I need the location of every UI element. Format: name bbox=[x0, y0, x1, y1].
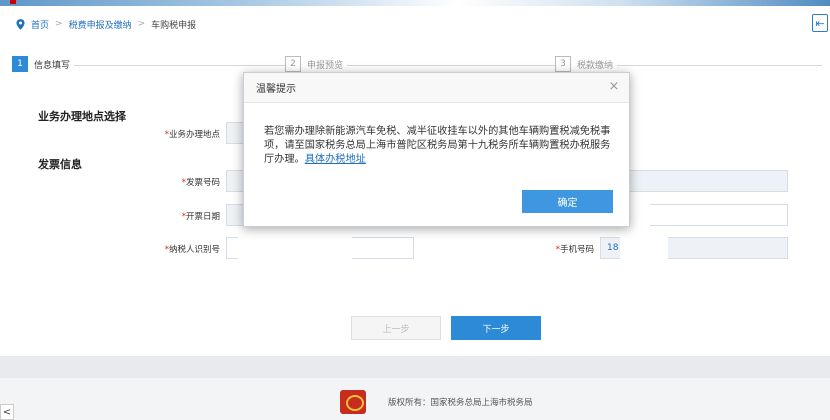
location-pin-icon bbox=[16, 18, 25, 30]
dialog-title: 温馨提示 bbox=[256, 84, 296, 95]
tax-emblem-icon bbox=[340, 390, 366, 414]
step-label: 申报预览 bbox=[307, 60, 344, 71]
step-3: 3 税款缴纳 bbox=[555, 56, 618, 72]
step-number: 1 bbox=[12, 56, 28, 72]
copyright-text: 版权所有：国家税务总局上海市税务局 bbox=[388, 398, 533, 408]
location-label: *业务办理地点 bbox=[164, 130, 220, 140]
invoice-amount-field[interactable] bbox=[628, 204, 788, 226]
confirm-button[interactable]: 确定 bbox=[522, 190, 613, 213]
exit-button[interactable]: ⇤ bbox=[812, 14, 828, 32]
step-label: 税款缴纳 bbox=[577, 60, 614, 71]
scroll-left-button[interactable]: < bbox=[0, 404, 14, 420]
step-label: 信息填写 bbox=[34, 60, 71, 71]
dialog-header: 温馨提示 × bbox=[244, 73, 629, 103]
breadcrumb-separator: > bbox=[55, 19, 63, 29]
top-banner bbox=[0, 0, 830, 6]
exit-icon: ⇤ bbox=[815, 16, 825, 30]
invoice-extra-field[interactable] bbox=[628, 170, 788, 192]
banner-logo-fragment bbox=[10, 0, 16, 4]
phone-value: 18 bbox=[607, 243, 619, 253]
breadcrumb-separator: > bbox=[137, 19, 146, 29]
breadcrumb-current: 车购税申报 bbox=[151, 20, 197, 31]
step-number: 3 bbox=[555, 56, 571, 72]
next-button[interactable]: 下一步 bbox=[451, 316, 541, 340]
step-2: 2 申报预览 bbox=[285, 56, 348, 72]
step-number: 2 bbox=[285, 56, 301, 72]
step-line bbox=[32, 65, 822, 66]
dialog-message: 若您需办理除新能源汽车免税、减半征收挂车以外的其他车辆购置税减免税事项，请至国家… bbox=[264, 125, 612, 167]
redaction bbox=[620, 235, 668, 259]
taxpayer-id-label: *纳税人识别号 bbox=[164, 245, 220, 255]
footer-band bbox=[0, 356, 830, 378]
breadcrumb-tax-declaration[interactable]: 税费申报及缴纳 bbox=[69, 18, 132, 31]
step-1: 1 信息填写 bbox=[12, 56, 75, 72]
breadcrumb-home[interactable]: 首页 bbox=[31, 18, 49, 31]
section-title-invoice: 发票信息 bbox=[38, 158, 82, 171]
redaction bbox=[628, 202, 650, 226]
invoice-date-label: *开票日期 bbox=[181, 212, 220, 222]
invoice-no-label: *发票号码 bbox=[181, 178, 220, 188]
tax-office-address-link[interactable]: 具体办税地址 bbox=[305, 154, 366, 165]
section-title-location: 业务办理地点选择 bbox=[38, 110, 126, 123]
close-icon[interactable]: × bbox=[607, 80, 621, 95]
footer: 版权所有：国家税务总局上海市税务局 bbox=[0, 378, 830, 420]
notice-dialog: 温馨提示 × 若您需办理除新能源汽车免税、减半征收挂车以外的其他车辆购置税减免税… bbox=[243, 72, 630, 227]
phone-label: *手机号码 bbox=[555, 245, 594, 255]
breadcrumb: 首页 > 税费申报及缴纳 > 车购税申报 bbox=[16, 18, 197, 31]
prev-button[interactable]: 上一步 bbox=[351, 316, 441, 340]
scroll-left-icon: < bbox=[2, 406, 12, 418]
redaction bbox=[238, 235, 352, 259]
